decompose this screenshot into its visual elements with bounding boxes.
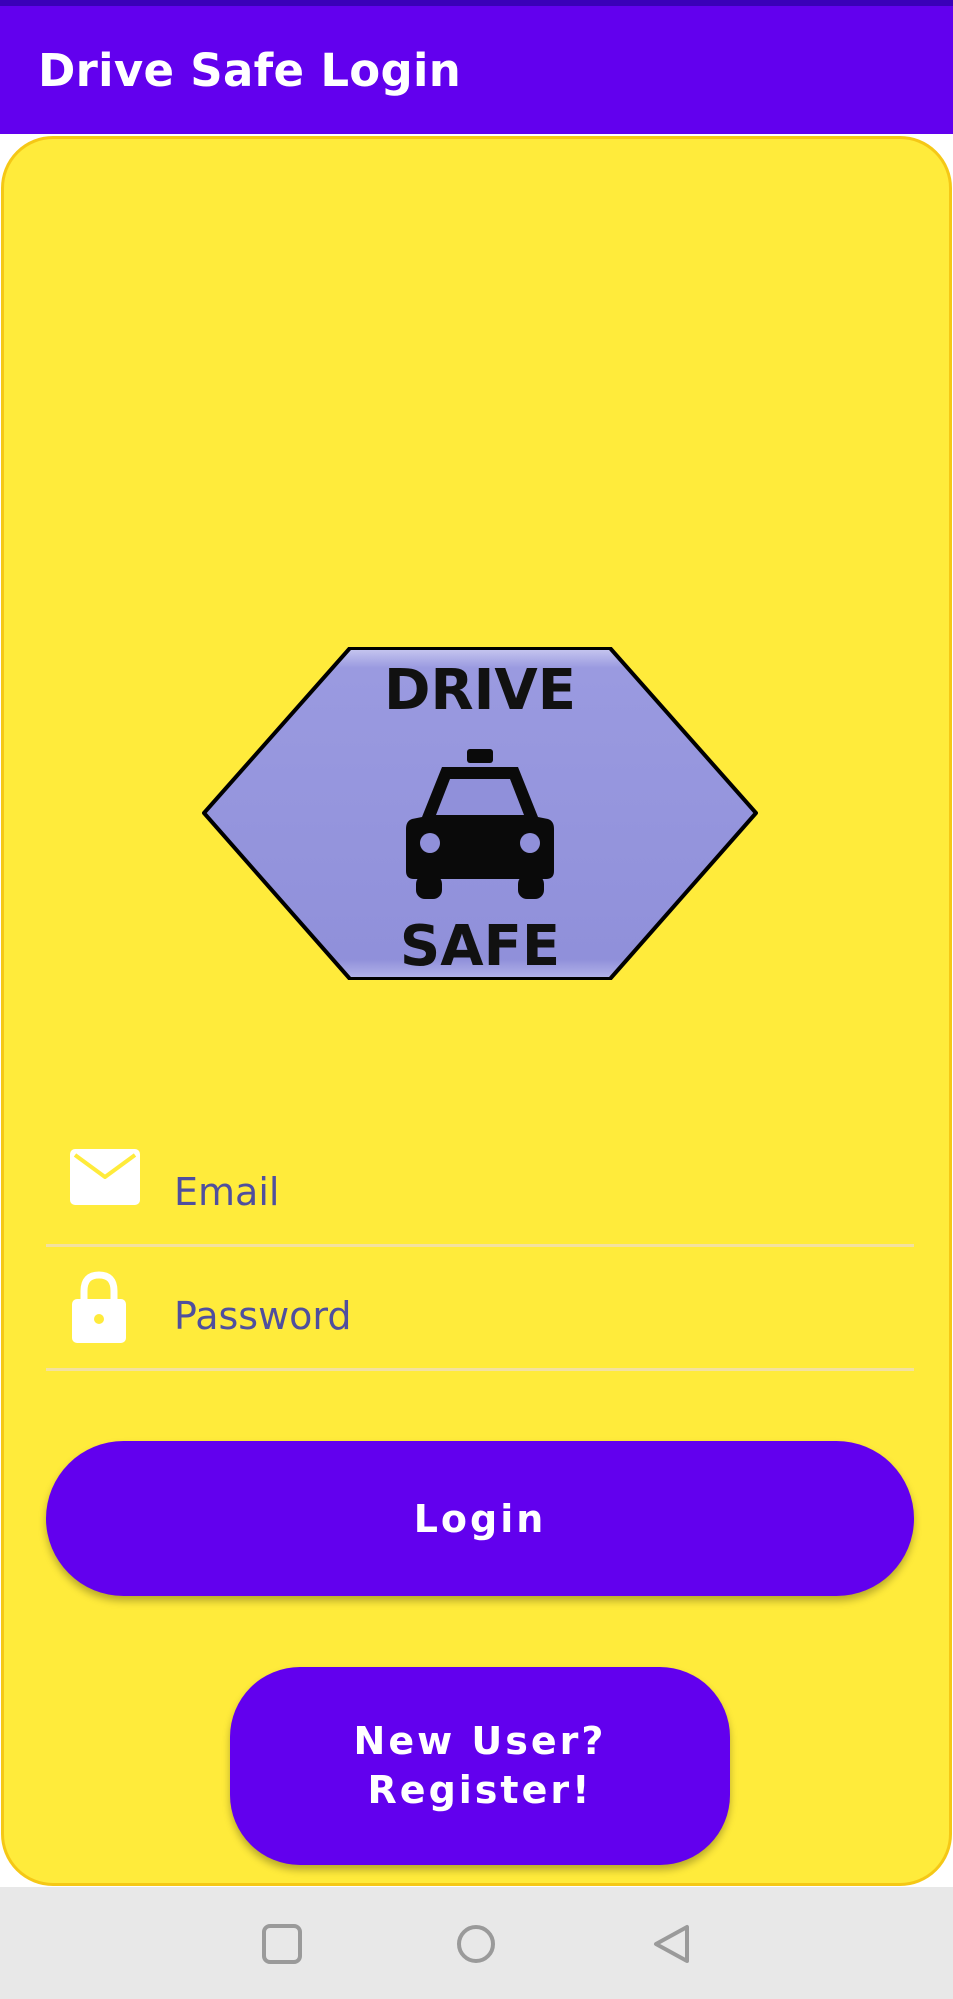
email-field[interactable]: [46, 1137, 914, 1247]
password-underline: [46, 1368, 914, 1371]
system-navigation-bar: [0, 1887, 953, 1999]
circle-icon[interactable]: [455, 1923, 497, 1965]
logo-bottom-text: SAFE: [400, 914, 560, 979]
login-card: DRIVE SAFE Login New User? Register!: [1, 136, 952, 1886]
email-icon: [70, 1149, 140, 1205]
page-title: Drive Safe Login: [38, 43, 462, 97]
login-button[interactable]: Login: [46, 1441, 914, 1596]
email-input[interactable]: [174, 1137, 874, 1247]
drive-safe-logo: DRIVE SAFE: [202, 647, 758, 980]
app-bar: Drive Safe Login: [0, 6, 953, 134]
logo-top-text: DRIVE: [384, 658, 576, 723]
password-field[interactable]: [46, 1261, 914, 1371]
register-button[interactable]: New User? Register!: [230, 1667, 730, 1865]
back-triangle-icon[interactable]: [651, 1923, 693, 1965]
square-icon[interactable]: [261, 1923, 303, 1965]
lock-icon: [72, 1271, 126, 1343]
password-input[interactable]: [174, 1261, 874, 1371]
email-underline: [46, 1244, 914, 1247]
